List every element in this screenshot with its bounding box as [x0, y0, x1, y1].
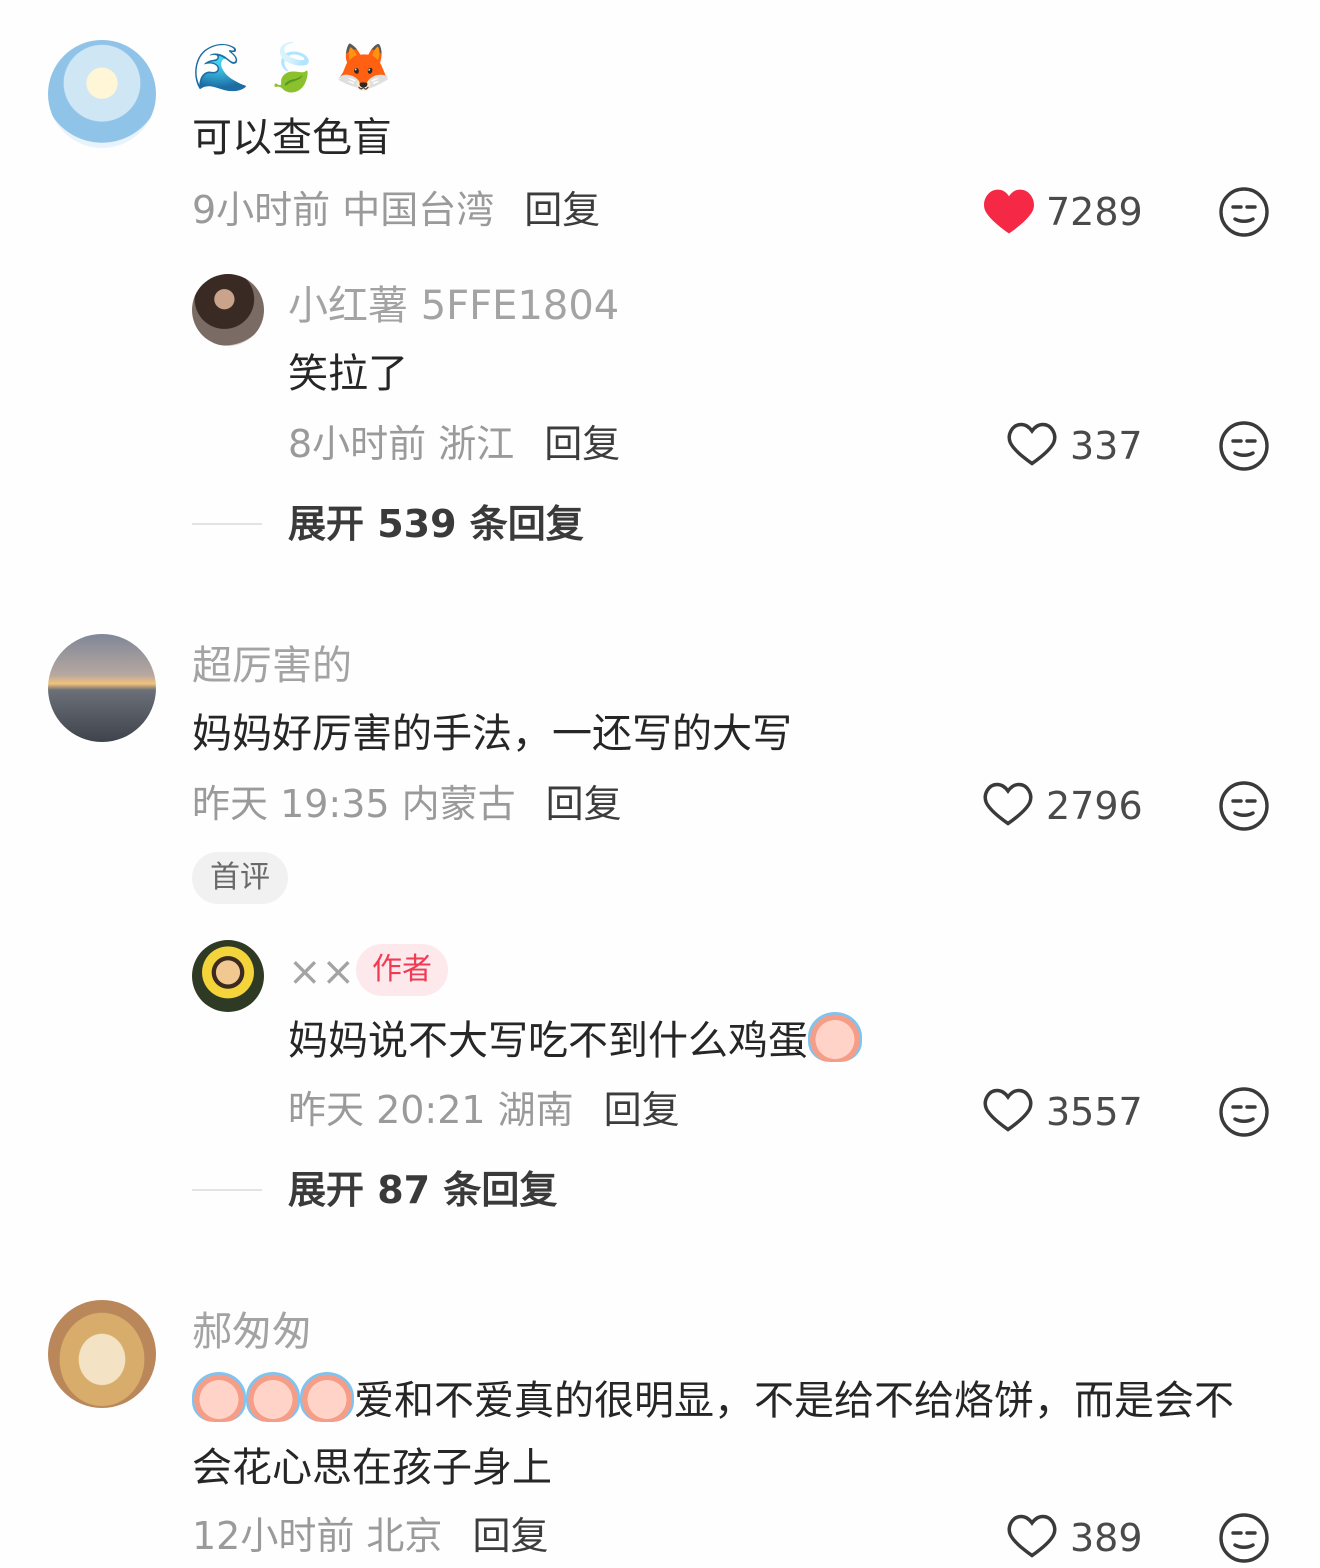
emoji-username[interactable]: 🌊 🍃 🦊	[192, 40, 406, 95]
divider	[192, 1189, 262, 1191]
crying-emoji-icon	[808, 1012, 862, 1062]
expand-replies-button[interactable]: 展开 87 条回复	[288, 1166, 557, 1214]
crying-emoji-icon	[300, 1372, 354, 1422]
dislike-face-icon[interactable]	[1218, 1512, 1270, 1564]
fox-emoji: 🦊	[334, 40, 392, 94]
reply-meta: 8小时前 浙江 回复	[288, 420, 620, 468]
reply-button[interactable]: 回复	[546, 782, 622, 826]
reply-avatar[interactable]	[192, 274, 264, 346]
reply-avatar[interactable]	[192, 940, 264, 1012]
like-button[interactable]	[1006, 1512, 1058, 1560]
avatar[interactable]	[48, 1300, 156, 1408]
dislike-face-icon[interactable]	[1218, 780, 1270, 832]
username[interactable]: 超厉害的	[192, 642, 352, 690]
crying-emoji-icon	[192, 1372, 246, 1422]
reply-text: 笑拉了	[288, 351, 408, 397]
dislike-face-icon[interactable]	[1218, 1086, 1270, 1138]
like-button[interactable]	[1006, 420, 1058, 468]
reply-button[interactable]: 回复	[544, 422, 620, 466]
divider	[192, 523, 262, 525]
time-location: 12小时前 北京	[192, 1514, 443, 1558]
expand-replies-button[interactable]: 展开 539 条回复	[288, 500, 584, 548]
like-count: 337	[1070, 424, 1143, 468]
reply-button[interactable]: 回复	[524, 188, 600, 232]
reply-button[interactable]: 回复	[472, 1514, 548, 1558]
like-count: 2796	[1046, 784, 1143, 828]
reply-username[interactable]: ××	[288, 948, 355, 996]
comment-meta: 昨天 19:35 内蒙古 回复	[192, 780, 622, 828]
username[interactable]: 郝匆匆	[192, 1308, 312, 1356]
like-count: 389	[1070, 1516, 1143, 1560]
dislike-face-icon[interactable]	[1218, 186, 1270, 238]
time-location: 昨天 20:21 湖南	[288, 1088, 574, 1132]
leaf-emoji: 🍃	[263, 40, 321, 94]
time-location: 9小时前 中国台湾	[192, 188, 495, 232]
like-button[interactable]	[982, 1086, 1034, 1134]
heart-filled-icon	[984, 189, 1034, 234]
like-button[interactable]	[982, 186, 1036, 236]
avatar[interactable]	[48, 40, 156, 148]
dislike-face-icon[interactable]	[1218, 420, 1270, 472]
avatar[interactable]	[48, 634, 156, 742]
wave-emoji: 🌊	[192, 40, 250, 94]
first-comment-badge: 首评	[192, 852, 288, 904]
reply-username[interactable]: 小红薯 5FFE1804	[288, 282, 619, 330]
like-count: 3557	[1046, 1090, 1143, 1134]
author-tag: 作者	[356, 944, 448, 996]
like-count: 7289	[1046, 190, 1143, 234]
reply-button[interactable]: 回复	[604, 1088, 680, 1132]
reply-text: 妈妈说不大写吃不到什么鸡蛋	[288, 1012, 862, 1069]
heart-outline-icon	[1007, 422, 1057, 466]
comment-text-line1: 爱和不爱真的很明显，不是给不给烙饼，而是会不	[354, 1378, 1234, 1424]
comment-text: 可以查色盲	[192, 115, 392, 161]
comment-meta: 9小时前 中国台湾 回复	[192, 186, 600, 234]
comment-text: 爱和不爱真的很明显，不是给不给烙饼，而是会不	[192, 1372, 1234, 1429]
comment-text-line2: 会花心思在孩子身上	[192, 1445, 552, 1491]
time-location: 昨天 19:35 内蒙古	[192, 782, 516, 826]
reply-text-content: 妈妈说不大写吃不到什么鸡蛋	[288, 1018, 808, 1064]
heart-outline-icon	[1007, 1514, 1057, 1558]
time-location: 8小时前 浙江	[288, 422, 515, 466]
like-button[interactable]	[982, 780, 1034, 828]
heart-outline-icon	[983, 782, 1033, 826]
heart-outline-icon	[983, 1088, 1033, 1132]
crying-emoji-icon	[246, 1372, 300, 1422]
reply-meta: 昨天 20:21 湖南 回复	[288, 1086, 680, 1134]
comment-meta: 12小时前 北京 回复	[192, 1512, 548, 1560]
comment-text: 妈妈好厉害的手法，一还写的大写	[192, 711, 792, 757]
